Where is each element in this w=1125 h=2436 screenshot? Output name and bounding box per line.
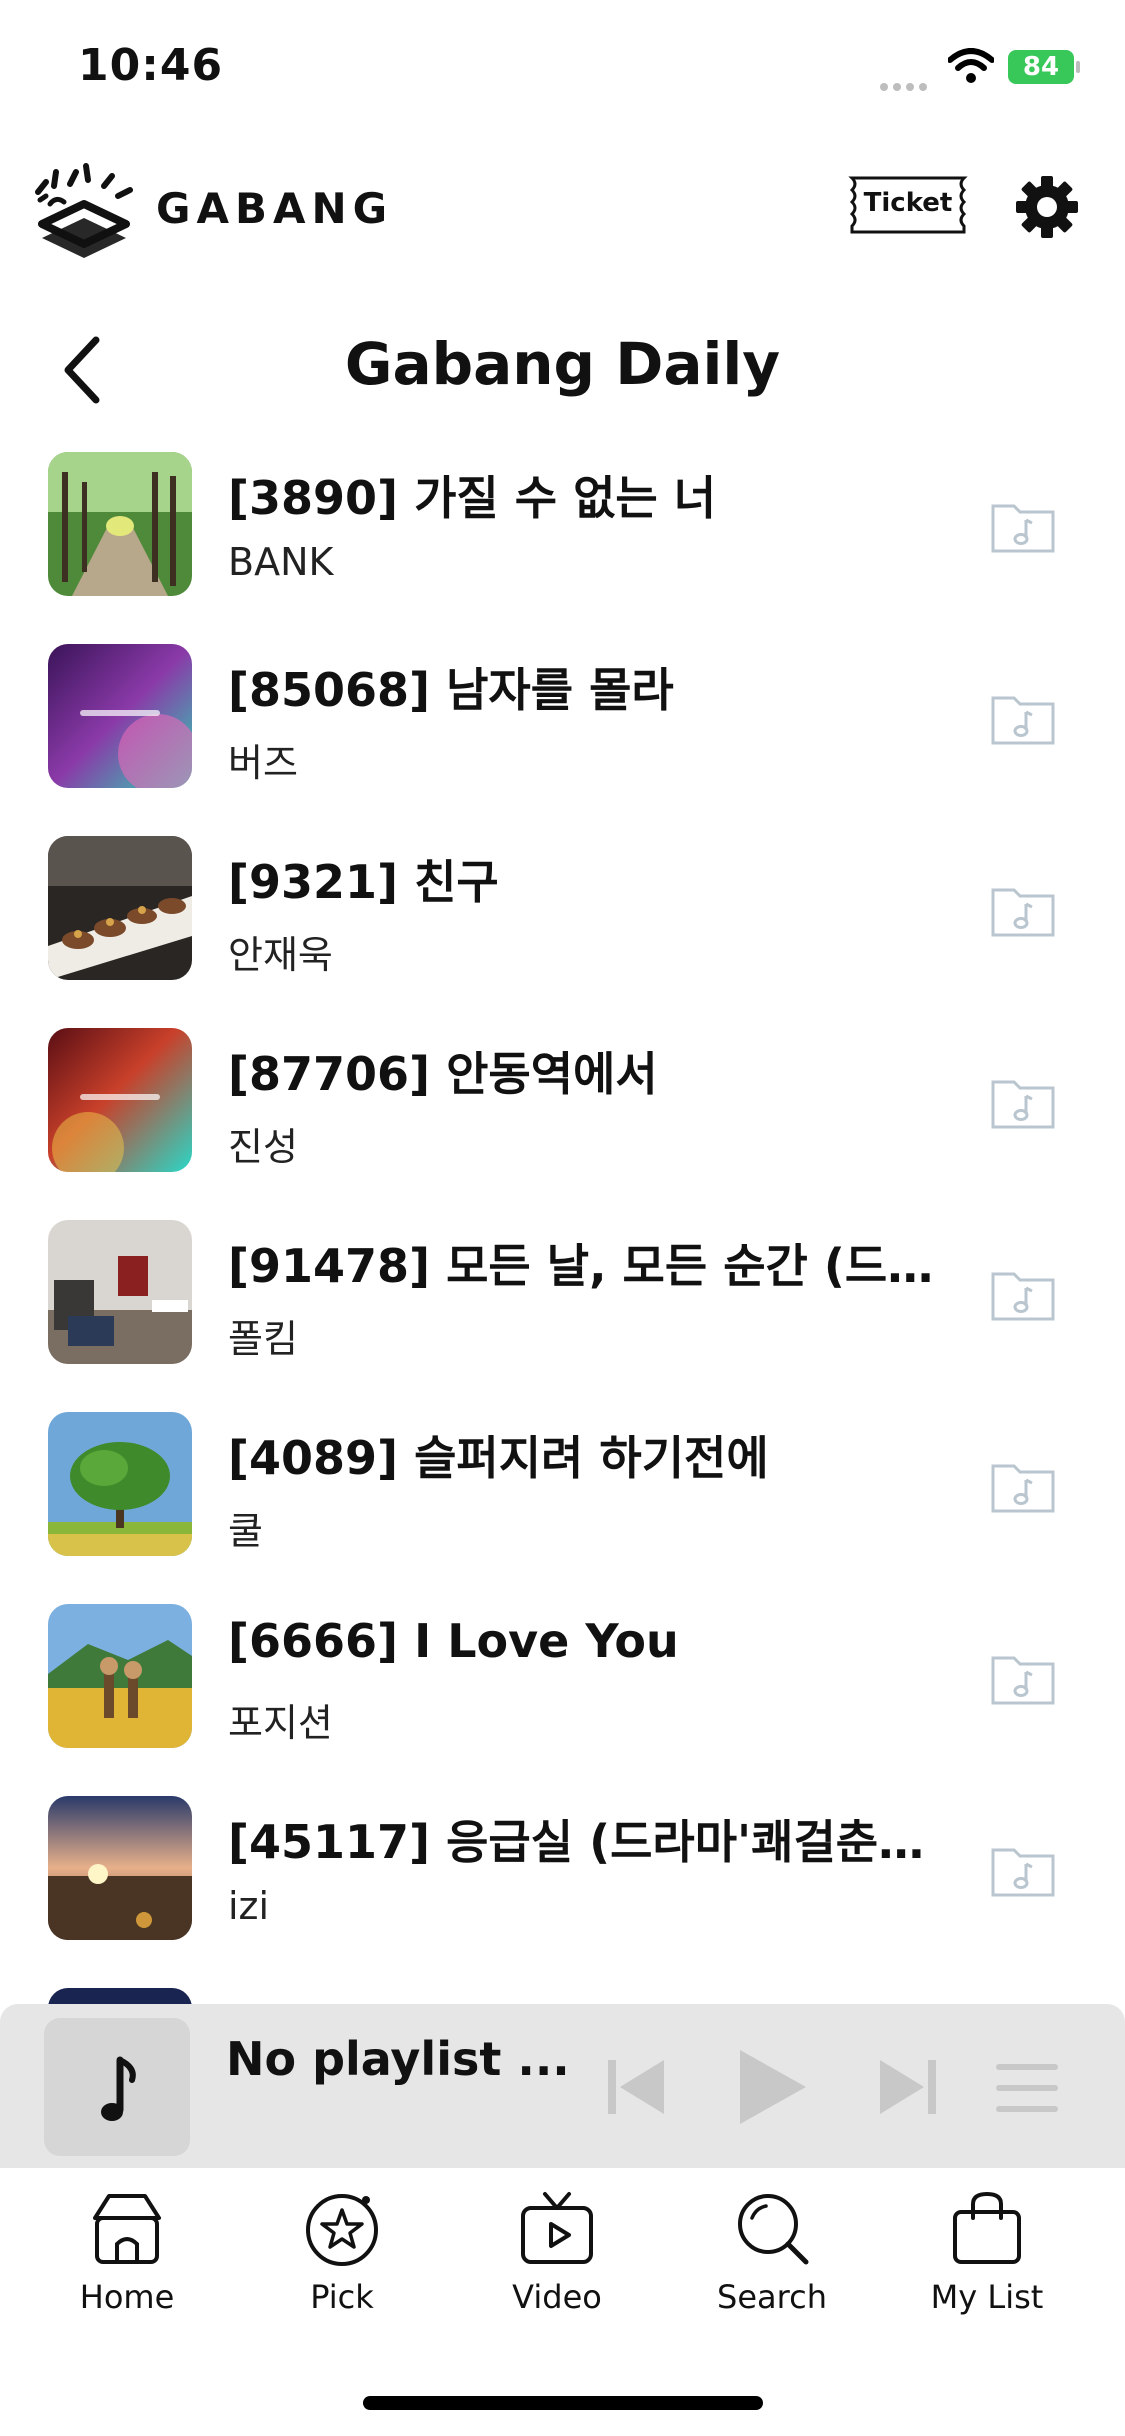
album-art-keumyoung-red: [48, 1028, 192, 1172]
tab-home[interactable]: Home: [42, 2188, 212, 2338]
music-note-icon: [101, 2056, 136, 2121]
tab-label: My List: [930, 2278, 1044, 2316]
tab-label: Search: [717, 2278, 827, 2316]
song-artist: 포지션: [228, 1701, 333, 1745]
previous-track-icon[interactable]: [604, 2056, 668, 2118]
add-to-playlist-folder-icon[interactable]: [990, 690, 1056, 746]
tab-video[interactable]: Video: [472, 2188, 642, 2338]
page-title: Gabang Daily: [344, 330, 781, 398]
next-track-icon[interactable]: [876, 2056, 940, 2118]
song-title: [87706] 안동역에서: [228, 1047, 658, 1101]
battery-icon: 84: [1008, 50, 1080, 84]
song-list: [3890] 가질 수 없는 너 BANK [85068] 남자를 몰라 버즈: [0, 440, 1125, 2008]
song-row[interactable]: [3890] 가질 수 없는 너 BANK: [0, 440, 1125, 632]
song-row[interactable]: [6666] I Love You 포지션: [0, 1592, 1125, 1784]
album-art-food-plate: [48, 836, 192, 980]
ticket-button[interactable]: Ticket: [846, 174, 970, 236]
song-artist: 진성: [228, 1125, 298, 1169]
tab-my-list[interactable]: My List: [902, 2188, 1072, 2338]
status-time: 10:46: [78, 40, 224, 91]
tab-search[interactable]: Search: [687, 2188, 857, 2338]
add-to-playlist-folder-icon[interactable]: [990, 1650, 1056, 1706]
song-artist: izi: [228, 1884, 270, 1928]
gabang-logo-icon[interactable]: [30, 156, 138, 260]
play-icon[interactable]: [734, 2046, 810, 2128]
song-row[interactable]: [85068] 남자를 몰라 버즈: [0, 632, 1125, 824]
tab-label: Video: [512, 2278, 602, 2316]
song-row[interactable]: [45117] 응급실 (드라마'쾌걸춘향') izi: [0, 1784, 1125, 1976]
tab-label: Home: [79, 2278, 175, 2316]
wifi-icon: [948, 48, 994, 83]
song-row[interactable]: [91478] 모든 날, 모든 순간 (드라마… 폴킴: [0, 1208, 1125, 1400]
song-artist: BANK: [228, 540, 334, 584]
add-to-playlist-folder-icon[interactable]: [990, 1266, 1056, 1322]
song-title: [91478] 모든 날, 모든 순간 (드라마…: [228, 1239, 948, 1293]
tab-pick[interactable]: Pick: [257, 2188, 427, 2338]
add-to-playlist-folder-icon[interactable]: [990, 1842, 1056, 1898]
bag-icon: [953, 2191, 1021, 2264]
song-title: [3890] 가질 수 없는 너: [228, 471, 717, 525]
song-artist: 쿨: [228, 1509, 263, 1553]
menu-list-icon[interactable]: [996, 2064, 1058, 2112]
settings-gear-icon[interactable]: [1014, 174, 1080, 240]
add-to-playlist-folder-icon[interactable]: [990, 498, 1056, 554]
title-bar: Gabang Daily: [0, 310, 1125, 430]
mini-player-title: No playlist ...: [226, 2032, 570, 2086]
logo-wordmark: GABANG: [156, 184, 394, 233]
ticket-label: Ticket: [863, 188, 953, 218]
add-to-playlist-folder-icon[interactable]: [990, 1458, 1056, 1514]
song-row[interactable]: [9321] 친구 안재욱: [0, 824, 1125, 1016]
signal-icon: [880, 76, 932, 95]
album-art-tree-field: [48, 1412, 192, 1556]
tab-label: Pick: [310, 2278, 374, 2316]
battery-level: 84: [1022, 52, 1060, 82]
song-title: [9321] 친구: [228, 855, 499, 909]
song-title: [4089] 슬퍼지려 하기전에: [228, 1431, 769, 1485]
tv-icon: [521, 2192, 593, 2264]
song-title: [6666] I Love You: [228, 1614, 679, 1668]
mini-player-artwork[interactable]: [44, 2018, 190, 2156]
album-art-sunset-plain: [48, 1796, 192, 1940]
song-row[interactable]: [87706] 안동역에서 진성: [0, 1016, 1125, 1208]
add-to-playlist-folder-icon[interactable]: [990, 1074, 1056, 1130]
song-artist: 버즈: [228, 741, 298, 785]
star-icon: [306, 2194, 378, 2266]
song-title: [85068] 남자를 몰라: [228, 663, 674, 717]
search-icon: [738, 2194, 809, 2265]
album-art-living-room: [48, 1220, 192, 1364]
album-art-scarecrow-field: [48, 1604, 192, 1748]
mini-player[interactable]: No playlist ...: [0, 2004, 1125, 2168]
song-artist: 안재욱: [228, 933, 333, 977]
home-icon: [93, 2194, 161, 2264]
status-bar: 10:46 84: [0, 0, 1125, 140]
song-title: [45117] 응급실 (드라마'쾌걸춘향'): [228, 1815, 948, 1869]
add-to-playlist-folder-icon[interactable]: [990, 882, 1056, 938]
song-artist: 폴킴: [228, 1317, 298, 1361]
album-art-keumyoung-purple: [48, 644, 192, 788]
song-row[interactable]: [4089] 슬퍼지려 하기전에 쿨: [0, 1400, 1125, 1592]
home-indicator[interactable]: [363, 2396, 763, 2410]
album-art-forest-road: [48, 452, 192, 596]
app-header: GABANG Ticket: [0, 150, 1125, 270]
